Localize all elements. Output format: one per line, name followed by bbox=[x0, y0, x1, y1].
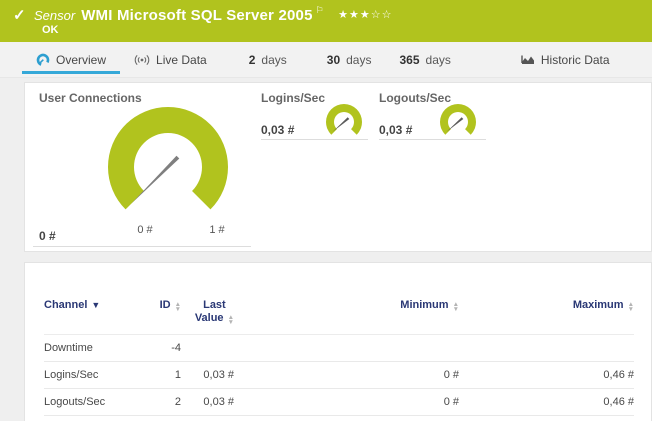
user-connections-gauge bbox=[93, 97, 243, 227]
column-header-maximum[interactable]: Maximum ▲▼ bbox=[459, 263, 634, 335]
sensor-tab-bar: Overview Live Data 2 days 30 days 365 da… bbox=[0, 42, 652, 78]
sort-icon: ▲▼ bbox=[453, 303, 459, 312]
logins-gauge-label: Logins/Sec bbox=[261, 91, 325, 105]
cell-maximum: 0,46 # bbox=[459, 362, 634, 389]
cell-minimum: 0 # bbox=[234, 389, 459, 416]
cell-id: 2 bbox=[145, 389, 181, 416]
priority-stars[interactable]: ★★★☆☆ bbox=[338, 9, 392, 21]
gauge-needle bbox=[447, 117, 464, 132]
status-badge: OK bbox=[42, 24, 59, 36]
column-header-last-value[interactable]: Last Value ▲▼ bbox=[181, 263, 234, 335]
sort-icon: ▲▼ bbox=[228, 316, 234, 325]
sort-icon: ▲▼ bbox=[175, 303, 181, 312]
column-label: Channel bbox=[44, 299, 87, 311]
primary-gauge-value: 0 # bbox=[39, 229, 56, 243]
logins-gauge-value: 0,03 # bbox=[261, 123, 294, 137]
gauge-icon bbox=[36, 53, 50, 67]
channel-table-panel: Channel ▼ ID ▲▼ Last Value ▲▼ Minimum ▲▼ bbox=[24, 262, 652, 421]
sort-icon: ▲▼ bbox=[628, 303, 634, 312]
flag-icon: ⚐ bbox=[316, 5, 324, 15]
cell-last-value bbox=[181, 335, 234, 362]
column-label: Maximum bbox=[573, 299, 624, 311]
page-title: WMI Microsoft SQL Server 2005 bbox=[81, 7, 312, 24]
tab-2-days[interactable]: 2 days bbox=[235, 42, 301, 77]
column-label: Minimum bbox=[400, 299, 448, 311]
cell-channel: Logouts/Sec bbox=[44, 389, 145, 416]
column-label: Last bbox=[203, 299, 226, 311]
column-label: ID bbox=[160, 299, 171, 311]
tab-historic-data[interactable]: Historic Data bbox=[507, 42, 624, 77]
column-label: Value bbox=[195, 312, 224, 324]
column-header-channel[interactable]: Channel ▼ bbox=[44, 263, 145, 335]
table-row[interactable]: Downtime -4 bbox=[44, 335, 634, 362]
sensor-kind-label: Sensor bbox=[34, 8, 75, 23]
tab-unit: days bbox=[346, 53, 371, 67]
sensor-header: ✓ Sensor WMI Microsoft SQL Server 2005 ⚐ ★… bbox=[0, 0, 652, 42]
cell-channel: User Connections bbox=[44, 416, 145, 421]
cell-maximum bbox=[459, 335, 634, 362]
table-row[interactable]: Logins/Sec 1 0,03 # 0 # 0,46 # bbox=[44, 362, 634, 389]
table-row[interactable]: Logouts/Sec 2 0,03 # 0 # 0,46 # bbox=[44, 389, 634, 416]
cell-minimum bbox=[234, 335, 459, 362]
cell-last-value: 0,03 # bbox=[181, 362, 234, 389]
tab-365-days[interactable]: 365 days bbox=[385, 42, 464, 77]
tab-overview[interactable]: Overview bbox=[22, 42, 120, 77]
table-row[interactable]: User Connections 0 0 # 0 # 1 # bbox=[44, 416, 634, 421]
cell-last-value: 0,03 # bbox=[181, 389, 234, 416]
gauge-needle bbox=[131, 156, 179, 204]
divider bbox=[379, 139, 486, 140]
status-ok-icon: ✓ bbox=[13, 6, 26, 24]
tab-number: 365 bbox=[399, 53, 419, 67]
cell-last-value: 0 # bbox=[181, 416, 234, 421]
tab-label: Historic Data bbox=[541, 53, 610, 67]
tab-unit: days bbox=[261, 53, 286, 67]
stars-empty: ☆☆ bbox=[371, 9, 393, 21]
tab-30-days[interactable]: 30 days bbox=[313, 42, 386, 77]
channel-table: Channel ▼ ID ▲▼ Last Value ▲▼ Minimum ▲▼ bbox=[44, 263, 634, 421]
tab-number: 2 bbox=[249, 53, 256, 67]
cell-channel: Downtime bbox=[44, 335, 145, 362]
area-chart-icon bbox=[521, 54, 535, 66]
divider bbox=[33, 246, 251, 247]
cell-minimum: 0 # bbox=[234, 416, 459, 421]
sort-desc-icon: ▼ bbox=[91, 300, 100, 310]
cell-id: 1 bbox=[145, 362, 181, 389]
column-header-minimum[interactable]: Minimum ▲▼ bbox=[234, 263, 459, 335]
gauge-max-label: 1 # bbox=[201, 224, 233, 236]
cell-channel: Logins/Sec bbox=[44, 362, 145, 389]
cell-id: -4 bbox=[145, 335, 181, 362]
gauge-min-label: 0 # bbox=[129, 224, 161, 236]
tab-live-data[interactable]: Live Data bbox=[120, 42, 221, 77]
tab-label: Live Data bbox=[156, 53, 207, 67]
divider bbox=[261, 139, 368, 140]
column-header-id[interactable]: ID ▲▼ bbox=[145, 263, 181, 335]
gauges-panel: User Connections 0 # 1 # 0 # Logins/Sec … bbox=[24, 82, 652, 252]
tab-number: 30 bbox=[327, 53, 340, 67]
gauge-needle bbox=[333, 117, 350, 132]
cell-maximum: 0,46 # bbox=[459, 389, 634, 416]
overview-tab-content: User Connections 0 # 1 # 0 # Logins/Sec … bbox=[0, 78, 652, 421]
tab-label: Overview bbox=[56, 53, 106, 67]
stars-filled: ★★★ bbox=[338, 9, 371, 21]
live-icon bbox=[134, 54, 150, 66]
channel-table-body: Downtime -4 Logins/Sec 1 0,03 # 0 # 0,46… bbox=[44, 335, 634, 421]
tab-unit: days bbox=[426, 53, 451, 67]
cell-maximum: 1 # bbox=[459, 416, 634, 421]
cell-id: 0 bbox=[145, 416, 181, 421]
logouts-gauge-value: 0,03 # bbox=[379, 123, 412, 137]
cell-minimum: 0 # bbox=[234, 362, 459, 389]
